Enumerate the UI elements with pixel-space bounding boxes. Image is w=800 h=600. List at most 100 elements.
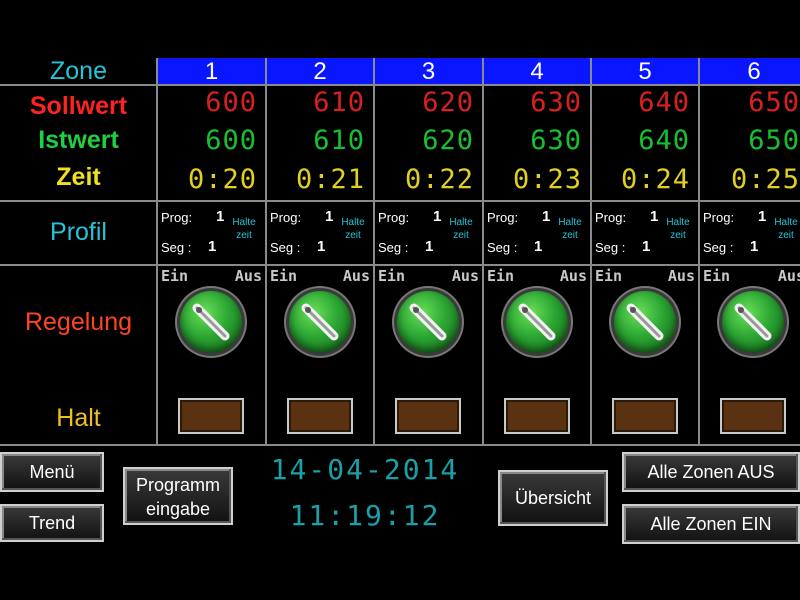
switch-handle-icon [734, 303, 772, 341]
haltezeit-label-line2: zeit [236, 230, 252, 241]
zeit-value: 0:24 [620, 164, 690, 195]
haltezeit-label-line1: Halte [232, 217, 256, 228]
alle-zonen-aus-button[interactable]: Alle Zonen AUS [622, 452, 800, 492]
sollwert-value: 630 [530, 87, 582, 118]
aus-label: Aus [777, 267, 800, 285]
halt-button[interactable] [504, 398, 570, 434]
trend-button[interactable]: Trend [0, 504, 104, 542]
halt-button[interactable] [287, 398, 353, 434]
rotary-switch-icon[interactable] [397, 291, 459, 353]
grid-line [590, 58, 592, 444]
zone-header-3: 3 [375, 58, 482, 85]
switch-handle-icon [626, 303, 664, 341]
seg-value: 1 [317, 238, 326, 255]
switch-handle-icon [192, 303, 230, 341]
grid-line [0, 444, 800, 446]
sollwert-value: 620 [422, 87, 474, 118]
haltezeit-label: Halte zeit [224, 216, 264, 242]
seg-label: Seg : [487, 240, 518, 255]
seg-label: Seg : [270, 240, 301, 255]
istwert-value: 630 [530, 125, 582, 156]
zone-header-label: Zone [50, 58, 107, 85]
istwert-value: 600 [205, 125, 257, 156]
zeit-label: Zeit [56, 163, 101, 191]
haltezeit-label-line1: Halte [558, 217, 582, 228]
sollwert-value: 640 [638, 87, 690, 118]
zone-header-1: 1 [158, 58, 265, 85]
haltezeit-label: Halte zeit [333, 216, 373, 242]
haltezeit-label-line2: zeit [345, 230, 361, 241]
menu-button[interactable]: Menü [0, 452, 104, 492]
grid-line [373, 58, 375, 444]
zeit-value: 0:20 [187, 164, 257, 195]
rotary-switch-icon[interactable] [614, 291, 676, 353]
halt-button[interactable] [612, 398, 678, 434]
rotary-switch-icon[interactable] [722, 291, 784, 353]
switch-handle-icon [409, 303, 447, 341]
sollwert-label: Sollwert [29, 92, 128, 120]
date-display: 14-04-2014 [270, 453, 460, 486]
istwert-label: Istwert [38, 126, 119, 154]
grid-line [0, 264, 800, 266]
seg-label: Seg : [595, 240, 626, 255]
aus-label: Aus [667, 267, 695, 285]
grid-line [0, 200, 800, 202]
rotary-switch-icon[interactable] [506, 291, 568, 353]
aus-label: Aus [234, 267, 262, 285]
aus-label: Aus [559, 267, 587, 285]
programm-eingabe-button[interactable]: Programm eingabe [123, 467, 233, 525]
halt-button[interactable] [178, 398, 244, 434]
istwert-value: 640 [638, 125, 690, 156]
istwert-value: 650 [748, 125, 800, 156]
haltezeit-label-line2: zeit [670, 230, 686, 241]
haltezeit-label-line2: zeit [778, 230, 794, 241]
istwert-value: 610 [313, 125, 365, 156]
rotary-switch-icon[interactable] [289, 291, 351, 353]
zeit-value: 0:21 [295, 164, 365, 195]
halt-label: Halt [56, 404, 101, 432]
seg-label: Seg : [161, 240, 192, 255]
haltezeit-label: Halte zeit [441, 216, 481, 242]
seg-value: 1 [750, 238, 759, 255]
rotary-switch-icon[interactable] [180, 291, 242, 353]
zeit-value: 0:25 [730, 164, 800, 195]
ein-label: Ein [703, 267, 731, 285]
haltezeit-label-line1: Halte [666, 217, 690, 228]
grid-line [698, 58, 700, 444]
haltezeit-label-line1: Halte [341, 217, 365, 228]
sollwert-value: 650 [748, 87, 800, 118]
halt-button[interactable] [395, 398, 461, 434]
prog-label: Prog: [595, 210, 627, 225]
zone-header-5: 5 [592, 58, 698, 85]
seg-value: 1 [642, 238, 651, 255]
prog-label: Prog: [378, 210, 410, 225]
haltezeit-label: Halte zeit [550, 216, 590, 242]
haltezeit-label-line1: Halte [774, 217, 798, 228]
switch-handle-icon [301, 303, 339, 341]
haltezeit-label-line1: Halte [449, 217, 473, 228]
profil-label: Profil [50, 218, 107, 246]
prog-label: Prog: [161, 210, 193, 225]
prog-label: Prog: [703, 210, 735, 225]
grid-line [265, 58, 267, 444]
grid-line [482, 58, 484, 444]
aus-label: Aus [451, 267, 479, 285]
regelung-label: Regelung [24, 308, 133, 336]
seg-value: 1 [208, 238, 217, 255]
ein-label: Ein [487, 267, 515, 285]
alle-zonen-ein-button[interactable]: Alle Zonen EIN [622, 504, 800, 544]
haltezeit-label: Halte zeit [766, 216, 800, 242]
seg-label: Seg : [378, 240, 409, 255]
zeit-value: 0:23 [512, 164, 582, 195]
time-display: 11:19:12 [289, 499, 441, 532]
seg-value: 1 [425, 238, 434, 255]
zone-header-6: 6 [700, 58, 800, 85]
seg-label: Seg : [703, 240, 734, 255]
seg-value: 1 [534, 238, 543, 255]
uebersicht-button[interactable]: Übersicht [498, 470, 608, 526]
zeit-value: 0:22 [404, 164, 474, 195]
sollwert-value: 600 [205, 87, 257, 118]
halt-button[interactable] [720, 398, 786, 434]
ein-label: Ein [161, 267, 189, 285]
zone-header-4: 4 [484, 58, 590, 85]
